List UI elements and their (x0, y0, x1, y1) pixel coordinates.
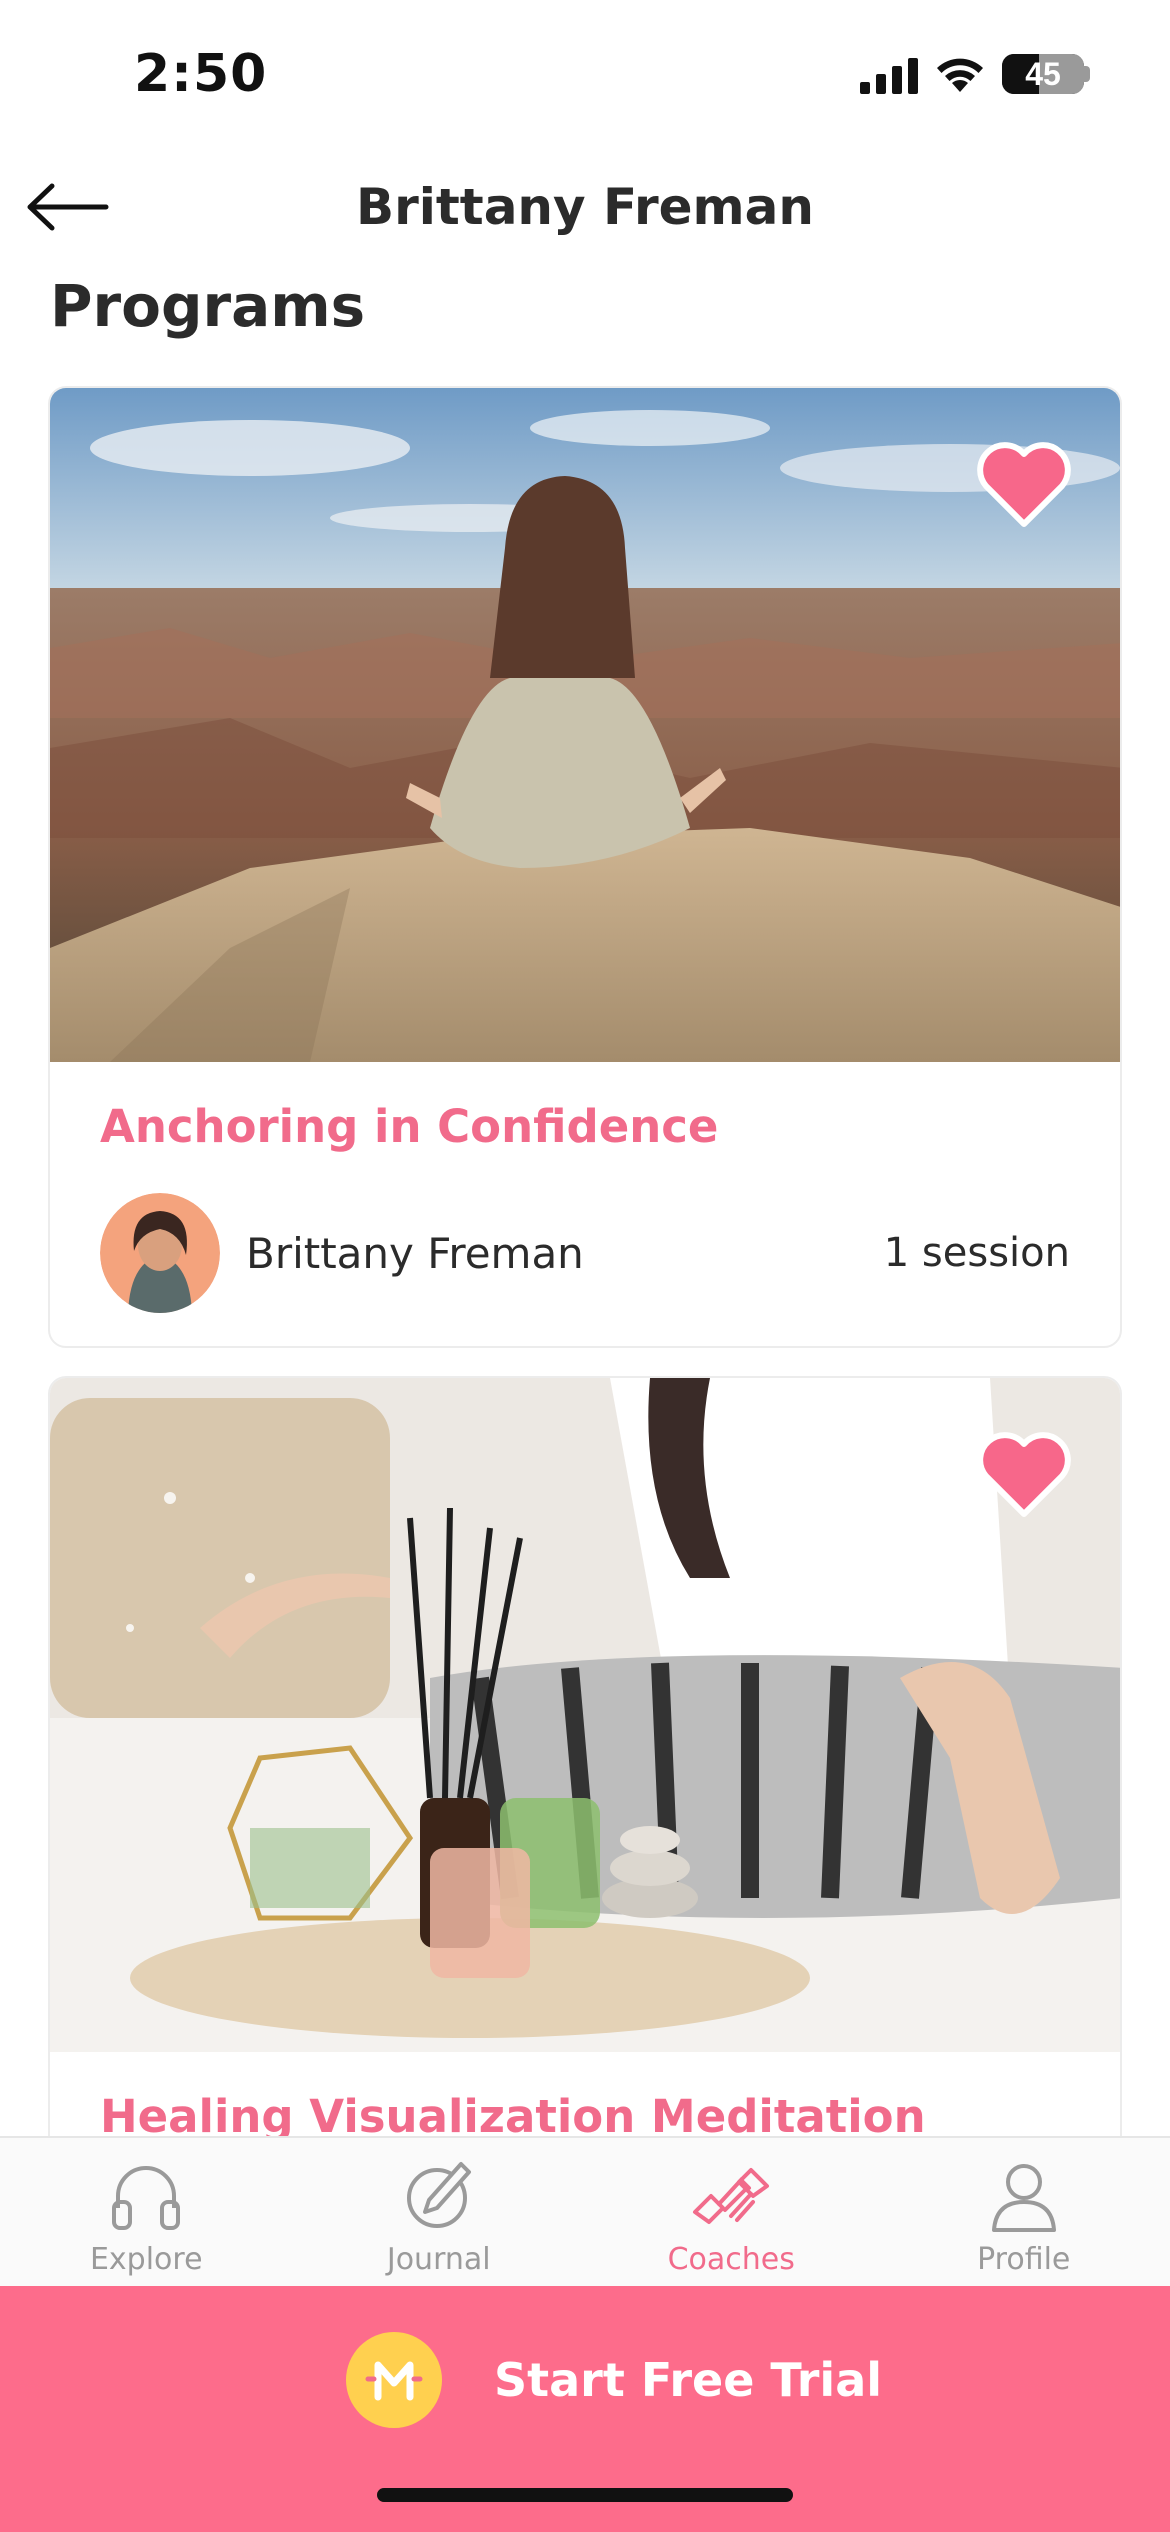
program-card[interactable]: Anchoring in Confidence Brittany Freman … (48, 386, 1122, 1348)
heart-icon (977, 442, 1071, 527)
tab-label: Explore (89, 2242, 203, 2277)
status-icons: 45 (860, 54, 1090, 94)
page-title: Brittany Freman (355, 178, 814, 236)
tab-label: Journal (386, 2242, 491, 2277)
tab-coaches[interactable]: Coaches (585, 2138, 878, 2286)
wifi-icon (937, 58, 983, 92)
cellular-signal-icon (860, 54, 918, 94)
tab-label: Coaches (667, 2242, 795, 2277)
home-indicator[interactable] (377, 2488, 793, 2502)
person-icon (982, 2154, 1066, 2238)
favorite-button[interactable] (974, 434, 1074, 534)
app-logo-icon (346, 2332, 442, 2428)
header: Brittany Freman (0, 160, 1170, 260)
battery-level: 45 (1025, 55, 1061, 92)
status-time: 2:50 (134, 44, 268, 104)
tab-bar: Explore Journal Coaches Profile (0, 2136, 1170, 2286)
coach-avatar (100, 1193, 220, 1313)
program-image (50, 388, 1120, 1062)
program-meta: Brittany Freman 1 session (100, 1193, 1070, 1313)
battery-icon: 45 (1002, 54, 1090, 94)
tab-label: Profile (977, 2242, 1071, 2277)
tab-profile[interactable]: Profile (878, 2138, 1170, 2286)
heart-icon (977, 1432, 1071, 1517)
headphones-icon (104, 2154, 188, 2238)
tab-journal[interactable]: Journal (293, 2138, 586, 2286)
favorite-button[interactable] (974, 1424, 1074, 1524)
section-title: Programs (50, 272, 366, 340)
pen-circle-icon (397, 2154, 481, 2238)
program-title: Anchoring in Confidence (100, 1100, 719, 1153)
cta-label: Start Free Trial (494, 2353, 883, 2407)
program-image (50, 1378, 1120, 2052)
status-bar: 2:50 45 (0, 0, 1170, 150)
tab-explore[interactable]: Explore (0, 2138, 293, 2286)
coach-name: Brittany Freman (246, 1228, 584, 1278)
session-count: 1 session (883, 1230, 1070, 1276)
handshake-icon (689, 2154, 773, 2238)
start-free-trial-button[interactable]: Start Free Trial (346, 2328, 882, 2432)
